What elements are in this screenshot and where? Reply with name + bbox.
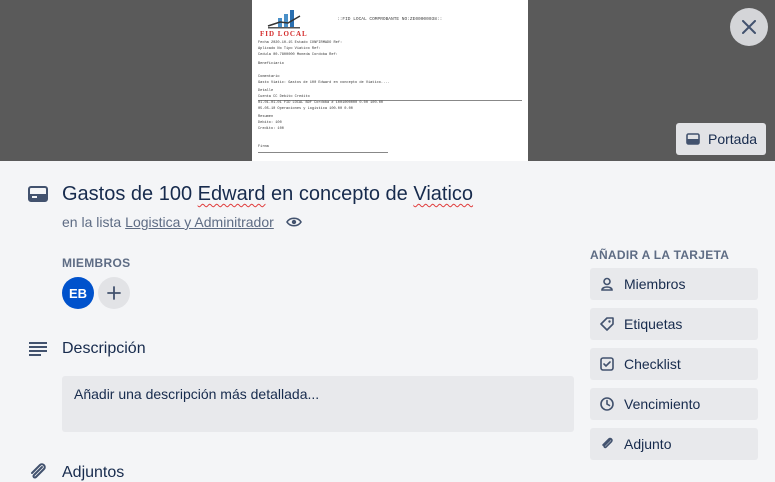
document-row: Credito: 100	[258, 127, 284, 131]
description-icon	[29, 342, 47, 356]
user-icon	[601, 277, 613, 291]
close-button[interactable]	[730, 8, 768, 46]
members-button[interactable]: Miembros	[590, 268, 758, 300]
card-cover: FID LOCAL ::FID LOCAL COMPROBANTE NO:ZE0…	[0, 0, 775, 161]
card-icon	[28, 186, 48, 202]
watch-button[interactable]	[285, 216, 302, 228]
add-to-card-label: AÑADIR A LA TARJETA	[590, 248, 730, 262]
list-link[interactable]: Logistica y Adminitrador	[125, 214, 274, 230]
document-row: 05-05-10 Operaciones y Logistica 100.00 …	[258, 107, 353, 111]
document-row: Firma	[258, 145, 269, 149]
card-title-part: Edward	[197, 183, 266, 205]
card-title[interactable]: Gastos de 100 Edward en concepto de Viat…	[62, 183, 473, 206]
card-title-part: Gastos de 100	[62, 183, 198, 205]
tag-icon	[600, 317, 614, 331]
cover-button[interactable]: Portada	[676, 123, 766, 155]
document-row: Detalle	[258, 89, 274, 93]
checklist-button[interactable]: Checklist	[590, 348, 758, 380]
labels-button[interactable]: Etiquetas	[590, 308, 758, 340]
bar-chart-logo-icon	[267, 10, 301, 29]
document-row: 01-01-01-01 FID LOCAL BDF Cordoba # 1001…	[258, 101, 384, 105]
document-row: Beneficiario	[258, 62, 284, 66]
signature-line	[258, 152, 388, 153]
attachment-button-label: Adjunto	[624, 436, 672, 452]
attachment-button[interactable]: Adjunto	[590, 428, 758, 460]
document-row: Fecha 2020-10-15 Estado CONFIRMADO Ref:	[258, 41, 343, 45]
cover-attachment-image[interactable]: FID LOCAL ::FID LOCAL COMPROBANTE NO:ZE0…	[252, 0, 528, 161]
paperclip-icon	[31, 463, 46, 479]
plus-icon	[107, 286, 121, 300]
document-logo-text: FID LOCAL	[260, 30, 308, 38]
eye-icon	[285, 217, 302, 227]
clock-icon	[600, 397, 614, 411]
document-row: Comentario	[258, 75, 280, 79]
attachments-heading: Adjuntos	[62, 464, 125, 481]
document-row: Cedula 00-7800000 Moneda Cordoba Ref:	[258, 53, 338, 57]
list-info: en la lista Logistica y Adminitrador	[62, 214, 302, 230]
document-row: Debito: 100	[258, 121, 282, 125]
members-label: MIEMBROS	[62, 256, 131, 270]
description-input[interactable]: Añadir una descripción más detallada...	[62, 376, 574, 432]
checklist-button-label: Checklist	[624, 356, 681, 372]
members-button-label: Miembros	[624, 276, 686, 292]
checklist-icon	[600, 357, 614, 371]
paperclip-icon	[602, 437, 613, 449]
list-prefix: en la lista	[62, 214, 122, 230]
due-date-button[interactable]: Vencimiento	[590, 388, 758, 420]
due-date-button-label: Vencimiento	[624, 396, 701, 412]
document-row: Gasto Viatic: Gastos de 100 Edward en co…	[258, 81, 390, 85]
add-member-button[interactable]	[98, 277, 130, 309]
description-heading: Descripción	[62, 340, 146, 357]
document-row: Cuenta CC Debito Credito	[258, 95, 310, 99]
close-icon	[742, 20, 756, 34]
document-title: ::FID LOCAL COMPROBANTE NO:ZE00000038::	[337, 17, 443, 22]
avatar[interactable]: EB	[62, 277, 94, 309]
cover-card-icon	[686, 133, 700, 145]
card-title-part: en concepto de	[265, 183, 414, 205]
cover-button-label: Portada	[708, 131, 758, 147]
card-title-part: Viatico	[413, 183, 474, 205]
document-row: Aplicado No Tipo Viatico Ref:	[258, 47, 321, 51]
labels-button-label: Etiquetas	[624, 316, 683, 332]
document-row: Resumen	[258, 115, 274, 119]
